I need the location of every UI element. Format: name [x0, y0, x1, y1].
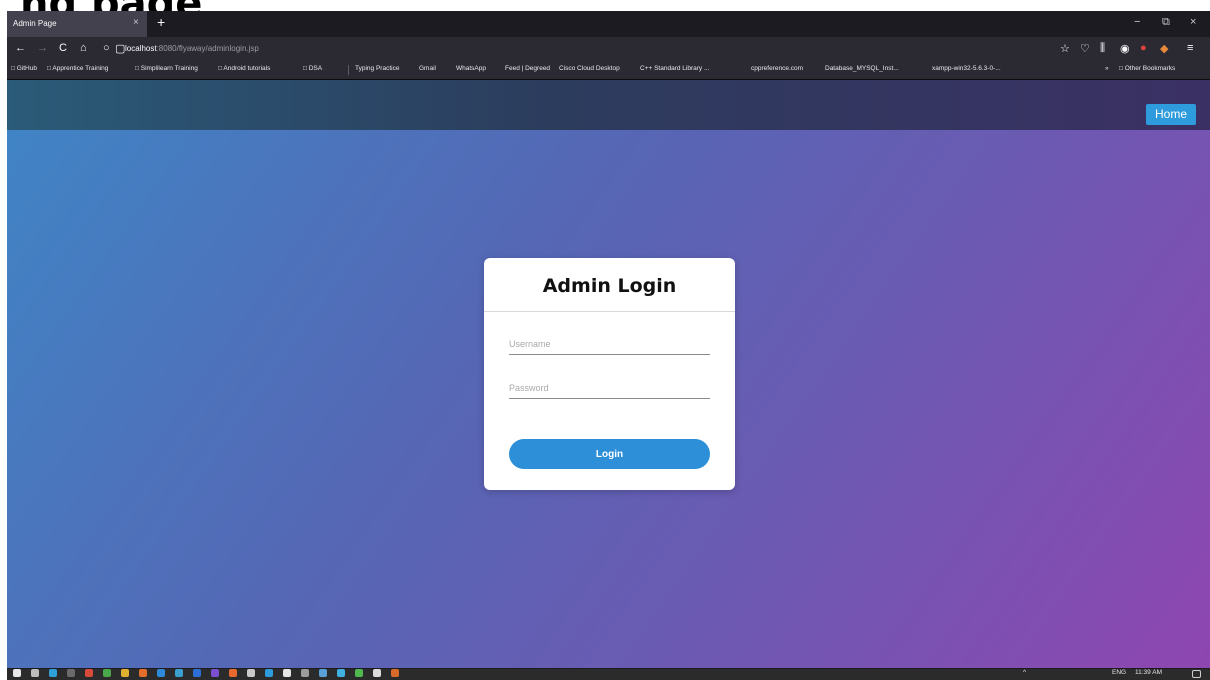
- app-icon[interactable]: [283, 669, 291, 677]
- bookmark-item[interactable]: □ Android tutorials: [218, 65, 270, 72]
- forward-icon[interactable]: →: [37, 42, 48, 54]
- bookmark-item[interactable]: □ GitHub: [11, 65, 37, 72]
- extension-icon[interactable]: ◉: [1120, 42, 1130, 55]
- bookmark-item[interactable]: Feed | Degreed: [505, 65, 550, 72]
- app-icon[interactable]: [49, 669, 57, 677]
- bookmark-item[interactable]: Gmail: [419, 65, 436, 72]
- tray-overflow-icon[interactable]: ^: [1023, 669, 1026, 676]
- app-icon[interactable]: [229, 669, 237, 677]
- tab-bar: Admin Page × + − ⧉ ×: [7, 11, 1210, 37]
- menu-icon[interactable]: ≡: [1187, 42, 1193, 54]
- clock[interactable]: 11:39 AM: [1135, 669, 1162, 676]
- password-field[interactable]: [509, 378, 710, 399]
- app-icon[interactable]: [301, 669, 309, 677]
- login-title: Admin Login: [542, 275, 677, 297]
- login-button[interactable]: Login: [509, 439, 710, 469]
- bookmark-item[interactable]: xampp-win32-5.6.3-0-...: [932, 65, 1001, 72]
- url-path: :8080/flyaway/adminlogin.jsp: [156, 44, 259, 53]
- username-field[interactable]: [509, 334, 710, 355]
- app-icon[interactable]: [373, 669, 381, 677]
- bookmark-item[interactable]: □ DSA: [303, 65, 322, 72]
- bookmark-item[interactable]: Database_MYSQL_Inst...: [825, 65, 899, 72]
- login-card: Admin Login Login: [484, 258, 735, 490]
- bookmark-star-icon[interactable]: ☆: [1060, 42, 1070, 55]
- windows-start-icon[interactable]: [13, 669, 21, 677]
- home-icon[interactable]: ⌂: [80, 42, 87, 54]
- card-divider: [484, 311, 735, 312]
- bookmark-item[interactable]: Cisco Cloud Desktop: [559, 65, 620, 72]
- pocket-icon[interactable]: ♡: [1080, 42, 1090, 55]
- bookmark-item[interactable]: C++ Standard Library ...: [640, 65, 709, 72]
- app-icon[interactable]: [85, 669, 93, 677]
- app-icon[interactable]: [121, 669, 129, 677]
- bookmarks-overflow-icon[interactable]: »: [1105, 65, 1109, 72]
- close-window-icon[interactable]: ×: [1190, 16, 1196, 28]
- new-tab-icon[interactable]: +: [157, 14, 165, 30]
- bookmark-item[interactable]: WhatsApp: [456, 65, 486, 72]
- bookmarks-bar: □ GitHub □ Apprentice Training □ Simplil…: [7, 61, 1210, 80]
- extension-icon[interactable]: ●: [1140, 42, 1147, 54]
- bookmark-item[interactable]: □ Apprentice Training: [47, 65, 108, 72]
- windows-taskbar: ^ ENG 11:39 AM: [7, 669, 1210, 680]
- app-icon[interactable]: [247, 669, 255, 677]
- app-icon[interactable]: [193, 669, 201, 677]
- search-icon[interactable]: [31, 669, 39, 677]
- browser-window: Admin Page × + − ⧉ × ← → C ⌂ ○ ▢ localho…: [7, 11, 1210, 669]
- home-button[interactable]: Home: [1146, 104, 1196, 125]
- language-indicator[interactable]: ENG: [1112, 669, 1126, 676]
- restore-icon[interactable]: ⧉: [1162, 16, 1170, 29]
- app-icon[interactable]: [355, 669, 363, 677]
- page-info-icon[interactable]: ▢: [115, 42, 125, 55]
- bookmark-item[interactable]: □ Simplilearn Training: [135, 65, 198, 72]
- app-icon[interactable]: [139, 669, 147, 677]
- app-icon[interactable]: [319, 669, 327, 677]
- minimize-icon[interactable]: −: [1134, 16, 1140, 28]
- app-icon[interactable]: [265, 669, 273, 677]
- app-icon[interactable]: [175, 669, 183, 677]
- other-bookmarks[interactable]: □ Other Bookmarks: [1119, 65, 1175, 72]
- app-icon[interactable]: [391, 669, 399, 677]
- url-bar[interactable]: ○ ▢ localhost:8080/flyaway/adminlogin.js…: [103, 41, 1051, 57]
- url-text: localhost:8080/flyaway/adminlogin.jsp: [125, 44, 259, 53]
- site-navbar: Home: [7, 80, 1210, 130]
- app-icon[interactable]: [211, 669, 219, 677]
- extension-icon[interactable]: ◆: [1160, 42, 1168, 55]
- bookmark-item[interactable]: cppreference.com: [751, 65, 803, 72]
- bookmark-separator: [348, 65, 349, 75]
- tab-close-icon[interactable]: ×: [133, 17, 139, 28]
- app-icon[interactable]: [103, 669, 111, 677]
- app-icon[interactable]: [337, 669, 345, 677]
- url-host: localhost: [125, 44, 157, 53]
- tracking-protection-icon[interactable]: ○: [103, 42, 110, 54]
- app-icon[interactable]: [157, 669, 165, 677]
- notification-icon[interactable]: [1192, 670, 1201, 678]
- page-viewport: Home Admin Login Login: [7, 80, 1210, 668]
- library-icon[interactable]: ⫼: [1100, 42, 1105, 55]
- reload-icon[interactable]: C: [59, 42, 67, 54]
- navigation-toolbar: ← → C ⌂ ○ ▢ localhost:8080/flyaway/admin…: [7, 37, 1210, 61]
- tab-title: Admin Page: [13, 19, 57, 28]
- app-icon[interactable]: [67, 669, 75, 677]
- bookmark-item[interactable]: Typing Practice: [355, 65, 399, 72]
- back-icon[interactable]: ←: [15, 42, 26, 54]
- tab-admin-page[interactable]: Admin Page ×: [7, 11, 147, 37]
